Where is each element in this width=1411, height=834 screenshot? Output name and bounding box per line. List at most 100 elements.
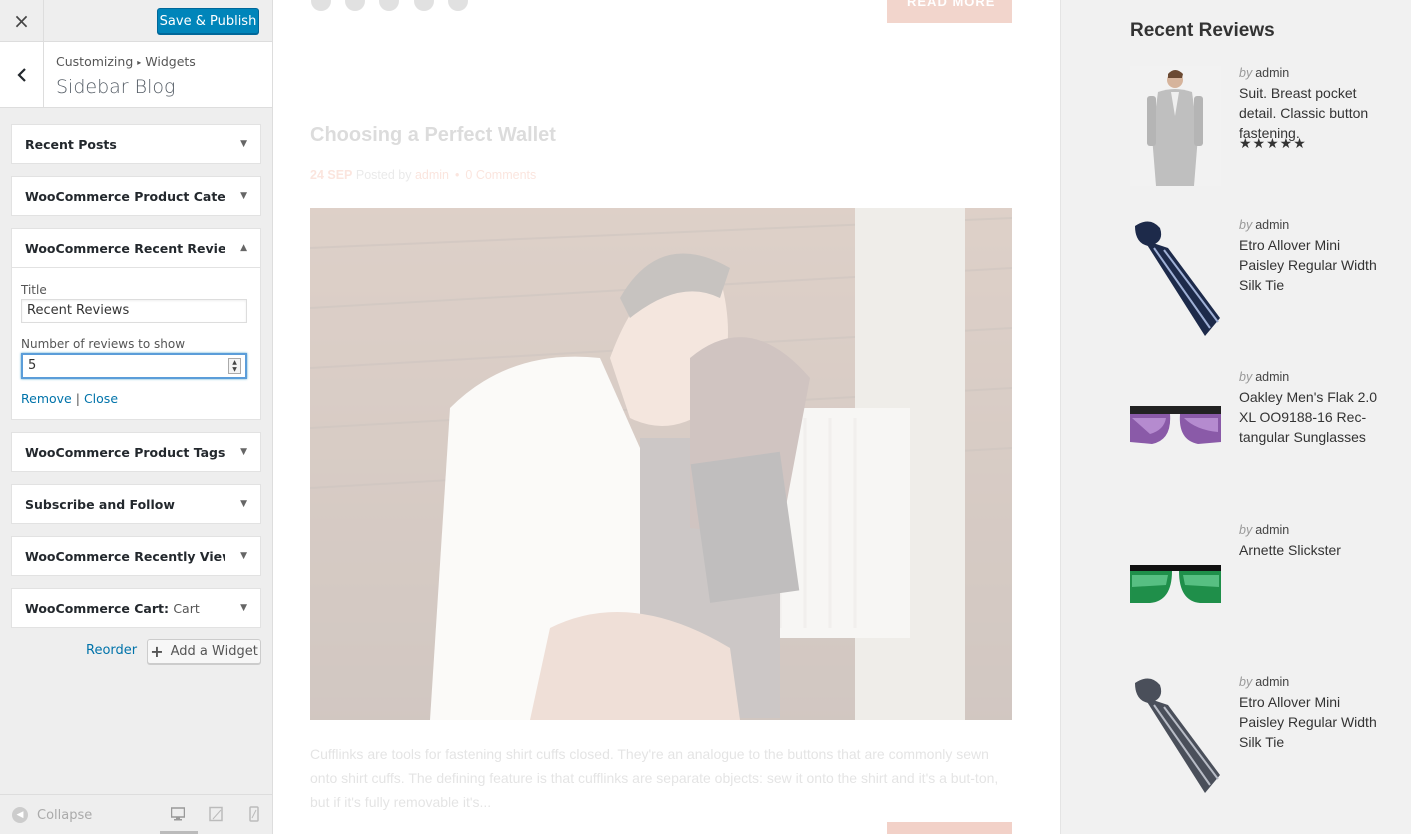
review-author: admin bbox=[1255, 66, 1290, 80]
review-by: by admin bbox=[1239, 675, 1289, 689]
review-author: admin bbox=[1255, 218, 1290, 232]
posted-by: Posted by bbox=[355, 168, 412, 182]
widget-form: Title Recent Reviews Number of reviews t… bbox=[12, 267, 260, 419]
widget-title: WooCommerce Recently Viewed bbox=[25, 548, 225, 564]
product-thumbnail-tie[interactable] bbox=[1130, 218, 1221, 338]
share-icon[interactable] bbox=[379, 0, 399, 11]
reorder-link[interactable]: Reorder bbox=[86, 643, 137, 658]
widget-title: WooCommerce Cart: Cart bbox=[25, 601, 200, 616]
by-label: by bbox=[1239, 218, 1253, 232]
recent-reviews-sidebar: Recent Reviews by admin Suit. Breast pock… bbox=[1060, 0, 1411, 834]
share-icon[interactable] bbox=[448, 0, 468, 11]
close-link[interactable]: Close bbox=[84, 391, 118, 406]
widget-product-tags[interactable]: WooCommerce Product Tags: T... ▼ bbox=[11, 432, 261, 472]
post-image[interactable] bbox=[310, 208, 1012, 720]
collapse-label: Collapse bbox=[37, 807, 93, 823]
breadcrumb: Customizing ▸ Widgets bbox=[56, 54, 196, 69]
add-widget-button[interactable]: + Add a Widget bbox=[147, 639, 261, 664]
breadcrumb-separator-icon: ▸ bbox=[137, 58, 142, 67]
review-item[interactable]: by admin Oakley Men's Flak 2.0 XL OO9188-… bbox=[1130, 370, 1400, 500]
widget-title-main: WooCommerce Cart: bbox=[25, 600, 169, 616]
review-author: admin bbox=[1255, 675, 1290, 689]
widget-title: Subscribe and Follow bbox=[25, 496, 175, 512]
count-value: 5 bbox=[28, 358, 37, 373]
post-meta: 24 SEP Posted by admin • 0 Comments bbox=[310, 168, 536, 182]
post-date: 24 SEP bbox=[310, 168, 353, 182]
plus-icon: + bbox=[150, 642, 164, 661]
chevron-down-icon[interactable]: ▼ bbox=[240, 551, 247, 561]
save-publish-button[interactable]: Save & Publish bbox=[157, 8, 259, 34]
review-item[interactable]: by admin Etro Allover Mini Paisley Regula… bbox=[1130, 218, 1400, 348]
by-label: by bbox=[1239, 370, 1253, 384]
customizer-header: × Save & Publish bbox=[0, 0, 272, 42]
by-label: by bbox=[1239, 675, 1253, 689]
collapse-button[interactable]: ◀ Collapse bbox=[12, 807, 92, 823]
review-by: by admin bbox=[1239, 218, 1289, 232]
breadcrumb-root: Customizing bbox=[56, 54, 134, 69]
share-icon[interactable] bbox=[345, 0, 365, 11]
title-label: Title bbox=[21, 283, 47, 297]
desktop-preview-icon[interactable] bbox=[171, 806, 185, 822]
review-by: by admin bbox=[1239, 523, 1289, 537]
review-product-name[interactable]: Etro Allover Mini Paisley Regular Width … bbox=[1239, 235, 1389, 295]
widget-title: WooCommerce Product Tags: T... bbox=[25, 444, 225, 460]
count-input[interactable]: 5 ▲ ▼ bbox=[21, 353, 247, 379]
read-more-label: READ MORE bbox=[907, 0, 996, 9]
review-product-name[interactable]: Arnette Slickster bbox=[1239, 540, 1389, 560]
widget-title: WooCommerce Recent Reviews... bbox=[25, 240, 225, 256]
chevron-down-icon[interactable]: ▼ bbox=[240, 447, 247, 457]
widget-product-categories[interactable]: WooCommerce Product Catego... ▼ bbox=[11, 176, 261, 216]
widget-subscribe-follow[interactable]: Subscribe and Follow ▼ bbox=[11, 484, 261, 524]
tablet-preview-icon[interactable] bbox=[209, 806, 223, 822]
mobile-preview-icon[interactable] bbox=[247, 806, 261, 822]
star-rating-icon: ★★★★★ bbox=[1239, 136, 1307, 152]
widget-title: Recent Posts bbox=[25, 136, 117, 152]
spinner-icon[interactable]: ▲ ▼ bbox=[228, 358, 241, 374]
product-thumbnail-suit[interactable] bbox=[1130, 66, 1221, 186]
meta-dot: • bbox=[455, 168, 460, 182]
post-title[interactable]: Choosing a Perfect Wallet bbox=[310, 124, 556, 147]
chevron-down-icon[interactable]: ▼ bbox=[240, 191, 247, 201]
post-author[interactable]: admin bbox=[415, 168, 449, 182]
chevron-down-icon[interactable]: ▼ bbox=[240, 603, 247, 613]
review-by: by admin bbox=[1239, 66, 1289, 80]
widget-recently-viewed[interactable]: WooCommerce Recently Viewed ▼ bbox=[11, 536, 261, 576]
post-comments[interactable]: 0 Comments bbox=[465, 168, 536, 182]
back-icon[interactable] bbox=[0, 42, 44, 108]
share-icon[interactable] bbox=[311, 0, 331, 11]
section-header: Customizing ▸ Widgets Sidebar Blog bbox=[0, 42, 272, 108]
section-title: Sidebar Blog bbox=[56, 76, 176, 98]
widget-recent-posts[interactable]: Recent Posts ▼ bbox=[11, 124, 261, 164]
review-item[interactable]: by admin Arnette Slickster bbox=[1130, 523, 1400, 653]
review-item[interactable]: by admin Suit. Breast pocket detail. Clas… bbox=[1130, 66, 1400, 196]
product-thumbnail-sunglasses[interactable] bbox=[1130, 370, 1221, 490]
read-more-button-bottom[interactable] bbox=[887, 822, 1012, 834]
read-more-button[interactable]: READ MORE bbox=[887, 0, 1012, 23]
widget-recent-reviews[interactable]: WooCommerce Recent Reviews... ▲ Title Re… bbox=[11, 228, 261, 420]
remove-link[interactable]: Remove bbox=[21, 391, 72, 406]
widget-cart[interactable]: WooCommerce Cart: Cart ▼ bbox=[11, 588, 261, 628]
review-author: admin bbox=[1255, 370, 1290, 384]
title-input[interactable]: Recent Reviews bbox=[21, 299, 247, 323]
collapse-icon: ◀ bbox=[12, 807, 28, 823]
widget-actions: Remove | Close bbox=[21, 391, 251, 406]
review-by: by admin bbox=[1239, 370, 1289, 384]
product-thumbnail-sunglasses[interactable] bbox=[1130, 523, 1221, 643]
product-thumbnail-tie[interactable] bbox=[1130, 675, 1221, 795]
review-product-name[interactable]: Oakley Men's Flak 2.0 XL OO9188-16 Rec-t… bbox=[1239, 387, 1389, 447]
widget-title-sub: Cart bbox=[173, 600, 200, 616]
chevron-up-icon[interactable]: ▲ bbox=[240, 243, 247, 253]
close-icon[interactable]: × bbox=[0, 0, 44, 42]
by-label: by bbox=[1239, 66, 1253, 80]
chevron-down-icon[interactable]: ▼ bbox=[240, 139, 247, 149]
customizer-footer: ◀ Collapse bbox=[0, 794, 272, 834]
post-excerpt: Cufflinks are tools for fastening shirt … bbox=[310, 746, 999, 810]
count-label: Number of reviews to show bbox=[21, 337, 186, 351]
review-product-name[interactable]: Etro Allover Mini Paisley Regular Width … bbox=[1239, 692, 1389, 752]
chevron-down-icon[interactable]: ▼ bbox=[240, 499, 247, 509]
site-preview: Choosing a Perfect Wallet 24 SEP Posted … bbox=[273, 0, 1411, 834]
actions-separator: | bbox=[75, 391, 80, 406]
share-icon[interactable] bbox=[414, 0, 434, 11]
review-item[interactable]: by admin Etro Allover Mini Paisley Regula… bbox=[1130, 675, 1400, 805]
review-product-name[interactable]: Suit. Breast pocket detail. Classic butt… bbox=[1239, 83, 1389, 143]
